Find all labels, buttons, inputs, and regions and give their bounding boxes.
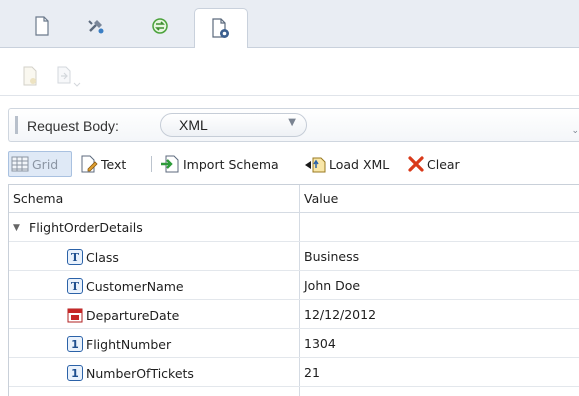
field-value[interactable]: 21	[304, 365, 320, 380]
value-column-header[interactable]: Value	[304, 191, 338, 206]
clear-button[interactable]: Clear	[408, 151, 460, 177]
export-disabled-icon[interactable]	[56, 66, 82, 91]
field-name: NumberOfTickets	[86, 365, 194, 381]
number-type-icon: 1	[67, 365, 83, 381]
request-body-label: Request Body:	[27, 118, 119, 134]
text-view-button[interactable]: Text	[80, 151, 126, 177]
field-value[interactable]: 12/12/2012	[304, 307, 376, 322]
field-name: DepartureDate	[86, 307, 180, 323]
toolbar-separator	[151, 156, 152, 172]
request-body-bar: Request Body: XML ▼ ⌄	[8, 108, 579, 142]
document-settings-icon	[212, 17, 229, 38]
request-format-value: XML	[179, 117, 208, 133]
table-row[interactable]: DepartureDate 12/12/2012	[9, 301, 579, 329]
import-schema-label: Import Schema	[183, 156, 279, 172]
schema-value-grid: Schema Value ▼ FlightOrderDetails T Clas…	[8, 184, 579, 396]
import-schema-icon	[160, 155, 180, 173]
load-xml-label: Load XML	[329, 156, 390, 172]
table-row[interactable]: 1 NumberOfTickets 21	[9, 359, 579, 387]
field-value[interactable]: John Doe	[304, 278, 360, 293]
number-type-icon: 1	[67, 336, 83, 352]
import-schema-button[interactable]: Import Schema	[160, 151, 279, 177]
grid-icon	[11, 156, 29, 172]
toolbar-grip	[15, 116, 18, 134]
load-xml-icon	[304, 155, 326, 173]
tree-root-row[interactable]: ▼ FlightOrderDetails	[9, 214, 579, 242]
schema-column-header[interactable]: Schema	[13, 191, 63, 206]
plugins-icon	[88, 20, 104, 34]
collapse-arrow-icon[interactable]: ▼	[13, 223, 29, 233]
grid-view-button[interactable]: Grid	[8, 151, 72, 177]
clear-label: Clear	[427, 156, 460, 172]
calendar-icon	[67, 307, 83, 323]
secondary-toolbar	[0, 50, 579, 96]
field-value[interactable]: Business	[304, 249, 359, 264]
field-name: Class	[86, 249, 119, 265]
field-name: CustomerName	[86, 278, 184, 294]
table-header: Schema Value	[9, 185, 579, 213]
tab-plugins[interactable]	[74, 10, 118, 42]
request-format-select[interactable]: XML ▼	[160, 113, 307, 137]
text-type-icon: T	[67, 249, 83, 265]
field-name: FlightNumber	[86, 336, 172, 352]
table-row[interactable]: T Class Business	[9, 243, 579, 271]
grid-label: Grid	[32, 156, 59, 172]
tab-sync[interactable]	[138, 10, 182, 42]
body-view-toolbar: Grid Text Import Schema Load XML Clear	[8, 149, 579, 179]
table-row[interactable]: 1 FlightNumber 1304	[9, 330, 579, 358]
root-node-name: FlightOrderDetails	[29, 220, 143, 235]
sync-icon	[152, 18, 168, 34]
field-value[interactable]: 1304	[304, 336, 336, 351]
table-row[interactable]: T CustomerName John Doe	[9, 272, 579, 300]
load-xml-button[interactable]: Load XML	[304, 151, 389, 177]
overflow-chevron-icon[interactable]: ⌄	[571, 126, 579, 136]
chevron-down-icon: ▼	[288, 117, 296, 128]
tab-document-settings[interactable]	[194, 8, 248, 48]
tab-blank-document[interactable]	[20, 10, 64, 42]
editor-tab-strip	[0, 0, 579, 48]
clear-x-icon	[408, 156, 424, 172]
file-disabled-icon[interactable]	[22, 66, 38, 89]
text-type-icon: T	[67, 278, 83, 294]
text-edit-icon	[80, 155, 98, 173]
text-label: Text	[101, 156, 127, 172]
blank-document-icon	[35, 16, 49, 36]
